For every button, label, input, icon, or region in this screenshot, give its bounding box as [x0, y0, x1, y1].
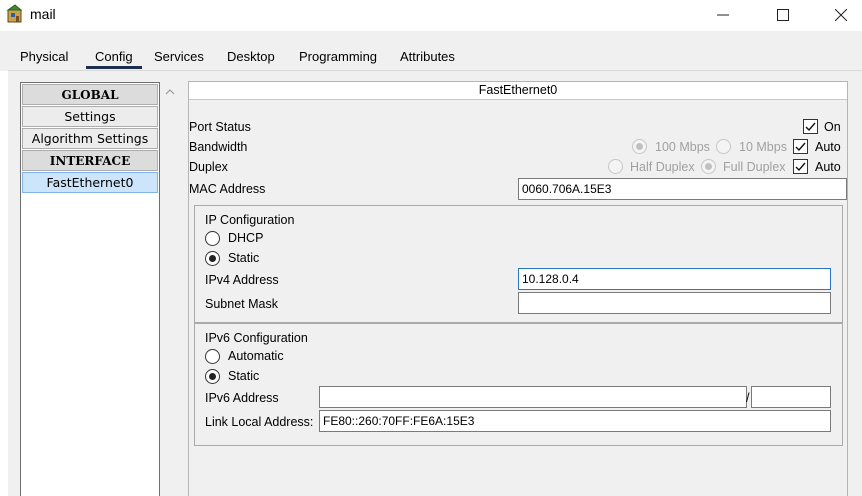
active-tab-indicator [86, 66, 142, 69]
port-status-on-label: On [824, 120, 841, 134]
minimize-icon [717, 14, 729, 16]
ipv6-prefix-separator: / [746, 391, 750, 405]
minimize-button[interactable] [700, 0, 746, 30]
bandwidth-100-label: 100 Mbps [655, 140, 710, 154]
tab-physical[interactable]: Physical [20, 49, 68, 64]
link-local-address-field[interactable]: FE80::260:70FF:FE6A:15E3 [319, 410, 831, 432]
checkmark-icon [805, 122, 816, 132]
ipv4-address-label: IPv4 Address [205, 273, 279, 287]
ipv6-static-radio[interactable] [205, 369, 220, 384]
ipv4-dhcp-label: DHCP [228, 231, 264, 245]
ipv6-prefix-input[interactable] [751, 386, 831, 408]
duplex-auto-label: Auto [815, 160, 841, 174]
bandwidth-10-radio[interactable] [716, 139, 731, 154]
ipv4-static-label: Static [228, 251, 260, 265]
maximize-icon [777, 9, 789, 21]
sidebar-scrollbar[interactable] [160, 82, 180, 496]
chevron-up-icon [165, 89, 175, 95]
sidebar-header-interface: INTERFACE [22, 150, 158, 171]
ipv6-static-label: Static [228, 369, 260, 383]
sidebar-item-settings[interactable]: Settings [22, 106, 158, 127]
sidebar-header-global: GLOBAL [22, 84, 158, 105]
window-title: mail [30, 6, 56, 22]
ipv4-address-input[interactable]: 10.128.0.4 [518, 268, 831, 290]
ipv4-static-radio[interactable] [205, 251, 220, 266]
mac-address-field[interactable]: 0060.706A.15E3 [518, 178, 847, 200]
checkmark-icon [795, 142, 806, 152]
close-button[interactable] [818, 0, 862, 30]
scroll-up-button[interactable] [162, 86, 178, 98]
port-status-on-checkbox[interactable] [803, 119, 818, 134]
sidebar-item-fastethernet0[interactable]: FastEthernet0 [22, 172, 158, 193]
ip-configuration-title: IP Configuration [205, 213, 295, 227]
ipv6-configuration-title: IPv6 Configuration [205, 331, 308, 345]
ipv6-automatic-label: Automatic [228, 349, 284, 363]
bandwidth-label: Bandwidth [189, 140, 248, 154]
duplex-auto-checkbox[interactable] [793, 159, 808, 174]
full-duplex-label: Full Duplex [723, 160, 786, 174]
tab-programming[interactable]: Programming [299, 49, 377, 64]
ipv6-automatic-radio[interactable] [205, 349, 220, 364]
sidebar-item-algorithm-settings[interactable]: Algorithm Settings [22, 128, 158, 149]
bandwidth-10-label: 10 Mbps [739, 140, 787, 154]
subnet-mask-label: Subnet Mask [205, 297, 278, 311]
checkmark-icon [795, 162, 806, 172]
ipv6-address-label: IPv6 Address [205, 391, 279, 405]
close-icon [835, 9, 847, 21]
link-local-address-label: Link Local Address: [205, 415, 314, 429]
app-icon [6, 4, 24, 24]
tab-services[interactable]: Services [154, 49, 204, 64]
port-status-label: Port Status [189, 120, 251, 134]
panel-title: FastEthernet0 [189, 82, 847, 100]
ipv4-dhcp-radio[interactable] [205, 231, 220, 246]
bandwidth-auto-label: Auto [815, 140, 841, 154]
half-duplex-label: Half Duplex [630, 160, 695, 174]
tab-desktop[interactable]: Desktop [227, 49, 275, 64]
tab-config[interactable]: Config [95, 49, 133, 64]
bandwidth-auto-checkbox[interactable] [793, 139, 808, 154]
subnet-mask-input[interactable] [518, 292, 831, 314]
ipv6-address-input[interactable] [319, 386, 747, 408]
tab-attributes[interactable]: Attributes [400, 49, 455, 64]
half-duplex-radio[interactable] [608, 159, 623, 174]
maximize-button[interactable] [760, 0, 806, 30]
full-duplex-radio[interactable] [701, 159, 716, 174]
bandwidth-100-radio[interactable] [632, 139, 647, 154]
mac-address-label: MAC Address [189, 182, 266, 196]
duplex-label: Duplex [189, 160, 228, 174]
